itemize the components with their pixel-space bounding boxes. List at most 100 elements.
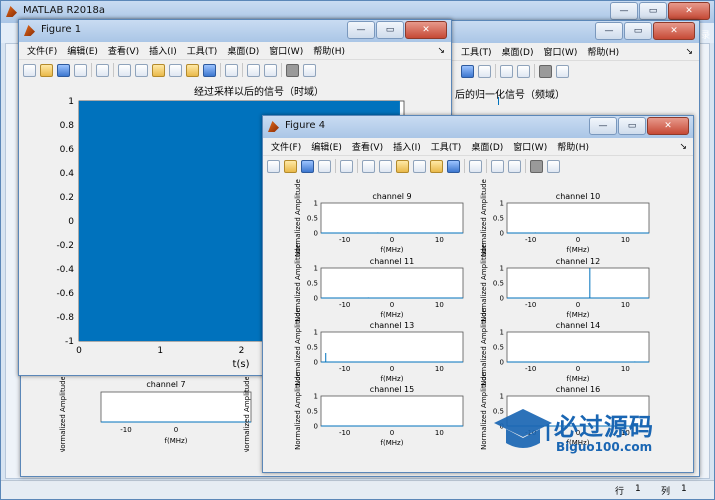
figure4-minimize-button[interactable]: — [589, 117, 617, 135]
f4-zoom-out-icon[interactable] [379, 159, 392, 173]
bg-link-icon[interactable] [478, 64, 491, 78]
f4-insert-legend-icon[interactable] [508, 159, 521, 173]
channel-ytick-label: 0.5 [307, 344, 318, 352]
bg-menu-window[interactable]: 窗口(W) [543, 45, 577, 58]
figure1-menu-view[interactable]: 查看(V) [108, 44, 139, 57]
bg-minimize-button[interactable]: — [595, 22, 623, 40]
channel-xtick-label: -10 [339, 365, 350, 373]
bg-maximize-button[interactable]: ▭ [624, 22, 652, 40]
f4-hide-plot-tools-icon[interactable] [530, 159, 543, 173]
channel-xtick-label: 0 [390, 365, 394, 373]
f4-print-icon[interactable] [318, 159, 331, 173]
figure1-menu-insert[interactable]: 插入(I) [149, 44, 177, 57]
bg-menu-pin-icon[interactable]: ↘ [685, 47, 693, 57]
channel-plot: channel 1100.51-10 0 10f(MHz)Normalized Am… [294, 244, 464, 322]
figure1-menu-desktop[interactable]: 桌面(D) [227, 44, 259, 57]
matlab-close-button[interactable]: ✕ [668, 2, 710, 20]
figure1-maximize-button[interactable]: ▭ [376, 21, 404, 39]
channel-xtick-label: 10 [435, 301, 444, 309]
figure1-xtick-label: 0 [76, 346, 82, 356]
data-cursor-icon[interactable] [186, 63, 199, 77]
f4-zoom-in-icon[interactable] [362, 159, 375, 173]
f4-brush-icon[interactable] [447, 159, 460, 173]
f4-rotate-3d-icon[interactable] [413, 159, 426, 173]
figure1-ytick-label: -0.8 [56, 313, 74, 323]
f4-link-plot-icon[interactable] [469, 159, 482, 173]
channel-ytick-label: 0.5 [493, 280, 504, 288]
new-figure-icon[interactable] [23, 63, 36, 77]
figure1-toolbar [19, 59, 451, 80]
f4-save-icon[interactable] [301, 159, 314, 173]
figure1-menu-tools[interactable]: 工具(T) [187, 44, 218, 57]
figure1-chart-title: 经过采样以后的信号（时域） [194, 85, 324, 98]
channel-axes [320, 267, 464, 299]
channel-xtick-label: 0 [390, 301, 394, 309]
figure1-menu-file[interactable]: 文件(F) [27, 44, 57, 57]
figure1-menu-help[interactable]: 帮助(H) [313, 44, 345, 57]
figure1-menu-pin-icon[interactable]: ↘ [437, 46, 445, 56]
edit-plot-arrow-icon[interactable] [96, 63, 109, 77]
figure4-maximize-button[interactable]: ▭ [618, 117, 646, 135]
figure1-close-button[interactable]: ✕ [405, 21, 447, 39]
channel-xtick-label: 10 [435, 236, 444, 244]
figure1-window-title: Figure 1 [41, 24, 82, 35]
figure4-menu-window[interactable]: 窗口(W) [513, 140, 547, 153]
figure4-menu-tools[interactable]: 工具(T) [431, 140, 462, 153]
zoom-in-icon[interactable] [118, 63, 131, 77]
bg-brush-icon[interactable] [461, 64, 474, 78]
channel-title: channel 9 [372, 192, 411, 201]
figure4-menu-edit[interactable]: 编辑(E) [311, 140, 342, 153]
bg-figure-title: 后的归一化信号（频域） [455, 90, 565, 101]
figure4-menu-help[interactable]: 帮助(H) [557, 140, 589, 153]
figure4-menu-insert[interactable]: 插入(I) [393, 140, 421, 153]
print-icon[interactable] [74, 63, 87, 77]
channel-ytick-label: 0 [314, 230, 318, 238]
f4-open-file-icon[interactable] [284, 159, 297, 173]
bg-hide-tools-icon[interactable] [539, 64, 552, 78]
bg-menu-tools[interactable]: 工具(T) [461, 45, 492, 58]
f4-data-cursor-icon[interactable] [430, 159, 443, 173]
figure1-ytick-label: 0.4 [60, 169, 75, 179]
figure4-menu-pin-icon[interactable]: ↘ [679, 142, 687, 152]
f4-show-plot-tools-icon[interactable] [547, 159, 560, 173]
matlab-maximize-button[interactable]: ▭ [639, 2, 667, 20]
channel-title: channel 10 [556, 192, 600, 201]
figure1-menu-edit[interactable]: 编辑(E) [67, 44, 98, 57]
f4-edit-plot-arrow-icon[interactable] [340, 159, 353, 173]
bg-colorbar-icon[interactable] [500, 64, 513, 78]
figure1-menu-window[interactable]: 窗口(W) [269, 44, 303, 57]
f4-pan-hand-icon[interactable] [396, 159, 409, 173]
channel-ytick-label: 1 [314, 329, 318, 337]
figure1-minimize-button[interactable]: — [347, 21, 375, 39]
pan-hand-icon[interactable] [152, 63, 165, 77]
figure4-menu-view[interactable]: 查看(V) [352, 140, 383, 153]
show-plot-tools-icon[interactable] [303, 63, 316, 77]
matlab-minimize-button[interactable]: — [610, 2, 638, 20]
channel-xtick-label: 0 [576, 365, 580, 373]
f4-new-figure-icon[interactable] [267, 159, 280, 173]
bg-menu-help[interactable]: 帮助(H) [587, 45, 619, 58]
insert-colorbar-icon[interactable] [247, 63, 260, 77]
bg-legend-icon[interactable] [517, 64, 530, 78]
save-icon[interactable] [57, 63, 70, 77]
channel-ytick-label: 1 [500, 200, 504, 208]
f4-insert-colorbar-icon[interactable] [491, 159, 504, 173]
figure4-close-button[interactable]: ✕ [647, 117, 689, 135]
channel-ytick-label: 1 [314, 393, 318, 401]
bg-menu-desktop[interactable]: 桌面(D) [502, 45, 534, 58]
brush-icon[interactable] [203, 63, 216, 77]
channel-xlabel: f(MHz) [381, 375, 404, 383]
open-file-icon[interactable] [40, 63, 53, 77]
figure4-menu-desktop[interactable]: 桌面(D) [471, 140, 503, 153]
rotate-3d-icon[interactable] [169, 63, 182, 77]
figure4-menu-file[interactable]: 文件(F) [271, 140, 301, 153]
hide-plot-tools-icon[interactable] [286, 63, 299, 77]
zoom-out-icon[interactable] [135, 63, 148, 77]
insert-legend-icon[interactable] [264, 63, 277, 77]
link-plot-icon[interactable] [225, 63, 238, 77]
watermark-en-text: Biguo100.com [556, 440, 653, 454]
channel-xtick-label: 0 [576, 236, 580, 244]
bg-close-button[interactable]: ✕ [653, 22, 695, 40]
bg-show-tools-icon[interactable] [556, 64, 569, 78]
statusbar: 行 1 列 1 [1, 480, 714, 499]
